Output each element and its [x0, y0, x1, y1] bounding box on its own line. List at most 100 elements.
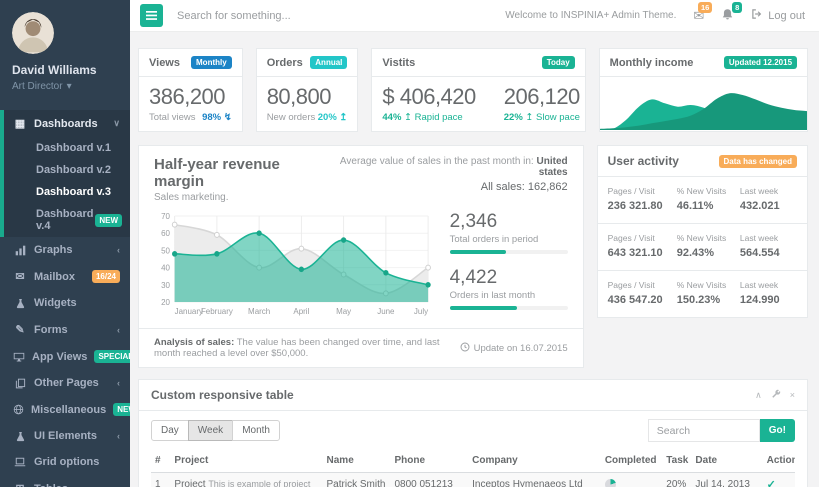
cell-project: Project This is example of project — [170, 473, 322, 487]
search-input[interactable] — [177, 10, 505, 22]
activity-label: % New Visits — [677, 280, 740, 290]
column-header-completed[interactable]: Completed — [601, 449, 662, 473]
visits-secondary-pace: 22% ↥ Slow pace — [504, 112, 580, 123]
sidebar-item-mailbox[interactable]: ✉Mailbox16/24 — [0, 263, 130, 290]
all-sales: All sales: 162,862 — [323, 181, 567, 193]
bar-chart-icon — [13, 245, 27, 256]
chevron-left-icon: ‹ — [117, 431, 120, 441]
activity-label: Pages / Visit — [608, 280, 677, 290]
orders-period-label: Total orders in period — [450, 234, 568, 245]
nav-badge: NEW — [95, 214, 122, 227]
sidebar-item-forms[interactable]: ✎Forms‹ — [0, 316, 130, 343]
update-info: Update on 16.07.2015 — [460, 337, 568, 359]
panel-title: Half-year revenue margin — [154, 156, 323, 190]
activity-label: % New Visits — [677, 186, 740, 196]
chevron-down-icon: ∨ — [113, 118, 120, 129]
column-header-company[interactable]: Company — [468, 449, 601, 473]
sidebar-item-dashboard-v-3[interactable]: Dashboard v.3 — [4, 181, 130, 203]
views-label: Total views — [149, 112, 195, 123]
activity-cell: Pages / Visit236 321.80 — [608, 186, 677, 212]
cell-date: Jul 14, 2013 — [691, 473, 762, 487]
column-header-task[interactable]: Task — [662, 449, 691, 473]
cell-task: 20% — [662, 473, 691, 487]
sidebar-item-graphs[interactable]: Graphs‹ — [0, 237, 130, 263]
sign-out-icon — [751, 8, 763, 23]
user-activity-panel: User activity Data has changed Pages / V… — [597, 145, 808, 318]
page-content: ViewsMonthly 386,200 Total views98% ↯ Or… — [130, 32, 819, 487]
table-icon: ⊞ — [13, 482, 27, 487]
table-panel: Custom responsive table ∧ × DayWeekMonth… — [138, 379, 808, 487]
table-row[interactable]: 1Project This is example of projectPatri… — [151, 473, 795, 487]
close-icon[interactable]: × — [790, 390, 795, 400]
revenue-panel: Half-year revenue margin Sales marketing… — [138, 145, 584, 368]
table-body: 1Project This is example of projectPatri… — [151, 473, 795, 487]
notifications-button[interactable]: 8 — [721, 8, 734, 24]
range-tab-week[interactable]: Week — [188, 420, 233, 441]
sidebar-item-dashboard-v-2[interactable]: Dashboard v.2 — [4, 159, 130, 181]
profile-role-dropdown[interactable]: Art Director▾ — [12, 81, 122, 92]
sidebar-item-label: Widgets — [34, 297, 77, 309]
logout-button[interactable]: Log out — [751, 8, 805, 23]
column-header-phone[interactable]: Phone — [390, 449, 468, 473]
chevron-left-icon: ‹ — [117, 484, 120, 487]
column-header--[interactable]: # — [151, 449, 170, 473]
profile-name: David Williams — [12, 63, 122, 77]
activity-value: 564.554 — [740, 247, 797, 259]
column-header-action[interactable]: Action — [763, 449, 795, 473]
sidebar-item-grid-options[interactable]: Grid options — [0, 449, 130, 475]
svg-text:March: March — [248, 307, 271, 316]
sidebar-item-tables[interactable]: ⊞Tables‹ — [0, 475, 130, 487]
column-header-project[interactable]: Project — [170, 449, 322, 473]
wrench-icon[interactable] — [771, 389, 781, 401]
collapse-icon[interactable]: ∧ — [755, 390, 762, 401]
hamburger-icon — [146, 8, 157, 23]
sidebar-item-dashboard-v-4[interactable]: Dashboard v.4NEW — [4, 203, 130, 237]
activity-cell: Last week432.021 — [740, 186, 797, 212]
menu-toggle-button[interactable] — [140, 4, 163, 27]
views-metric: 98% ↯ — [202, 112, 232, 123]
table-search-group: Go! — [648, 419, 795, 442]
activity-value: 150.23% — [677, 294, 740, 306]
orders-label: New orders — [267, 112, 316, 123]
svg-text:January: January — [175, 307, 204, 316]
table-search-input[interactable] — [648, 419, 760, 442]
topbar-right: Welcome to INSPINIA+ Admin Theme. ✉16 8 … — [505, 8, 805, 24]
level-up-icon: ↥ — [404, 112, 412, 123]
cell-name: Patrick Smith — [323, 473, 391, 487]
annual-badge: Annual — [310, 56, 347, 69]
sidebar-item-dashboards[interactable]: ▦Dashboards∨ — [4, 110, 130, 137]
sidebar-item-app-views[interactable]: App ViewsSPECIAL — [0, 343, 130, 370]
avatar[interactable] — [12, 12, 54, 54]
revenue-heading: Half-year revenue margin Sales marketing… — [154, 156, 323, 203]
topbar: Welcome to INSPINIA+ Admin Theme. ✉16 8 … — [130, 0, 819, 32]
column-header-date[interactable]: Date — [691, 449, 762, 473]
sidebar-item-label: UI Elements — [34, 430, 97, 442]
activity-value: 432.021 — [740, 200, 797, 212]
sidebar-item-label: Dashboards — [34, 118, 98, 130]
sidebar-item-other-pages[interactable]: Other Pages‹ — [0, 370, 130, 396]
cell-phone: 0800 051213 — [390, 473, 468, 487]
sidebar-item-label: Dashboard v.2 — [36, 164, 111, 176]
app-window: David Williams Art Director▾ ▦Dashboards… — [0, 0, 819, 487]
completed-pie-icon — [605, 479, 616, 487]
desktop-icon — [13, 351, 25, 363]
income-card: Monthly incomeUpdated 12.2015 — [599, 48, 808, 132]
messages-button[interactable]: ✉16 — [693, 8, 704, 24]
sidebar-item-dashboard-v-1[interactable]: Dashboard v.1 — [4, 137, 130, 159]
data-changed-badge: Data has changed — [719, 155, 797, 168]
sidebar-item-widgets[interactable]: Widgets — [0, 290, 130, 316]
go-button[interactable]: Go! — [760, 419, 795, 442]
sidebar-item-ui-elements[interactable]: UI Elements ‹ — [0, 423, 130, 449]
card-title: Views — [149, 57, 180, 69]
column-header-name[interactable]: Name — [323, 449, 391, 473]
range-tab-day[interactable]: Day — [151, 420, 189, 441]
svg-text:July: July — [414, 307, 429, 316]
nav-badge: NEW — [113, 403, 130, 416]
revenue-note: Average value of sales in the past month… — [323, 156, 567, 203]
sidebar-item-label: App Views — [32, 351, 87, 363]
profile-role-label: Art Director — [12, 81, 63, 92]
orders-month-progress — [450, 306, 568, 310]
sidebar-item-miscellaneous[interactable]: MiscellaneousNEW — [0, 396, 130, 423]
range-tab-month[interactable]: Month — [232, 420, 280, 441]
check-icon[interactable]: ✓ — [767, 479, 776, 487]
